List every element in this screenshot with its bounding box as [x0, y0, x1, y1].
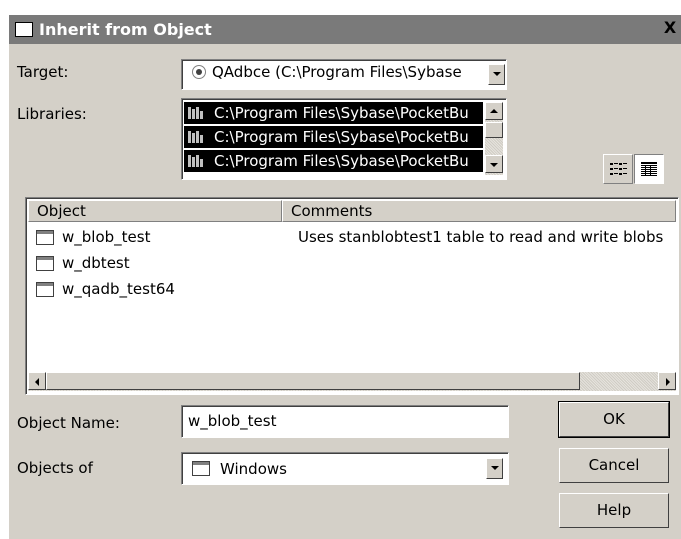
window-object-icon: [192, 461, 210, 476]
object-name-label: Object Name:: [17, 414, 120, 432]
window-icon: [15, 22, 33, 37]
horizontal-scrollbar[interactable]: [28, 372, 676, 391]
list-view-icon: [610, 163, 627, 175]
library-item[interactable]: C:\Program Files\Sybase\PocketBu: [184, 150, 483, 172]
library-path: C:\Program Files\Sybase\PocketBu: [214, 152, 469, 170]
library-item[interactable]: C:\Program Files\Sybase\PocketBu: [184, 102, 483, 124]
chevron-down-icon: [493, 72, 501, 76]
radio-icon: [192, 65, 206, 79]
object-comment: Uses stanblobtest1 table to read and wri…: [298, 228, 664, 246]
library-icon: [188, 155, 205, 167]
list-item[interactable]: w_dbtest: [36, 252, 676, 274]
window-title: Inherit from Object: [39, 20, 212, 39]
title-bar: Inherit from Object X: [9, 15, 681, 44]
list-item[interactable]: w_blob_test Uses stanblobtest1 table to …: [36, 226, 676, 248]
scroll-thumb[interactable]: [46, 372, 580, 390]
objects-of-value: Windows: [220, 460, 287, 478]
chevron-left-icon: [35, 378, 39, 386]
object-name-input[interactable]: w_blob_test: [181, 405, 509, 438]
window-object-icon: [36, 282, 54, 297]
help-button[interactable]: Help: [559, 493, 669, 528]
target-dropdown-button[interactable]: [488, 64, 505, 85]
library-icon: [188, 107, 205, 119]
column-header-object[interactable]: Object: [28, 200, 282, 222]
scroll-right-button[interactable]: [658, 372, 676, 390]
libraries-label: Libraries:: [17, 105, 87, 123]
library-icon: [188, 131, 205, 143]
object-name: w_dbtest: [62, 254, 130, 272]
libraries-scrollbar[interactable]: [485, 102, 503, 175]
chevron-down-icon: [491, 466, 499, 470]
object-name-value: w_blob_test: [188, 412, 277, 430]
objects-of-label: Objects of: [17, 459, 93, 477]
target-dropdown[interactable]: QAdbce (C:\Program Files\Sybase: [181, 59, 507, 90]
column-header-comments[interactable]: Comments: [282, 200, 676, 222]
window-object-icon: [36, 230, 54, 245]
target-label: Target:: [17, 63, 69, 81]
library-path: C:\Program Files\Sybase\PocketBu: [214, 128, 469, 146]
objects-of-dropdown-button[interactable]: [486, 458, 503, 479]
scroll-left-button[interactable]: [28, 372, 46, 390]
library-item[interactable]: C:\Program Files\Sybase\PocketBu: [184, 126, 483, 148]
details-view-icon: [641, 162, 657, 176]
inherit-dialog: Inherit from Object X Target: QAdbce (C:…: [8, 14, 681, 539]
details-view-button[interactable]: [634, 154, 664, 184]
libraries-list[interactable]: C:\Program Files\Sybase\PocketBu C:\Prog…: [181, 98, 507, 180]
scroll-down-button[interactable]: [485, 155, 503, 173]
object-name: w_blob_test: [62, 228, 151, 246]
scroll-thumb[interactable]: [485, 122, 503, 138]
target-value: QAdbce (C:\Program Files\Sybase: [212, 63, 462, 81]
ok-button[interactable]: OK: [558, 401, 670, 438]
library-path: C:\Program Files\Sybase\PocketBu: [214, 104, 469, 122]
object-name: w_qadb_test64: [62, 280, 175, 298]
close-icon: X: [663, 18, 677, 37]
objects-of-dropdown[interactable]: Windows: [181, 452, 509, 485]
window-object-icon: [36, 256, 54, 271]
list-item[interactable]: w_qadb_test64: [36, 278, 676, 300]
chevron-right-icon: [666, 378, 670, 386]
scroll-up-button[interactable]: [485, 102, 503, 120]
chevron-up-icon: [490, 109, 498, 113]
cancel-button[interactable]: Cancel: [559, 448, 669, 483]
close-button[interactable]: X: [661, 19, 679, 37]
chevron-down-icon: [490, 163, 498, 167]
list-view-button[interactable]: [603, 154, 633, 184]
object-list[interactable]: Object Comments w_blob_test Uses stanblo…: [25, 197, 679, 395]
